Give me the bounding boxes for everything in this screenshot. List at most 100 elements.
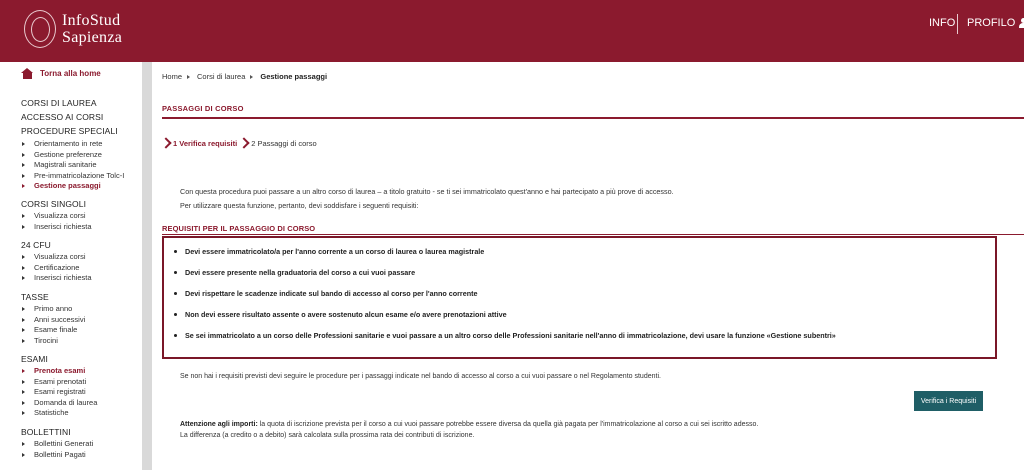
sidebar-item-certificazione[interactable]: Certificazione	[21, 263, 92, 274]
sidebar-item-label: Bollettini Pagati	[34, 449, 86, 459]
requirement-text: Non devi essere risultato assente o aver…	[185, 310, 507, 319]
bullet-arrow-icon	[22, 369, 25, 374]
requirement-item: Devi rispettare le scadenze indicate sul…	[174, 286, 985, 307]
sidebar-section-bollettini[interactable]: BOLLETTINI	[21, 427, 71, 437]
requirements-box: Devi essere immatricolato/a per l'anno c…	[162, 236, 997, 359]
sidebar-scrollbar[interactable]	[142, 62, 152, 470]
requirement-item: Devi essere immatricolato/a per l'anno c…	[174, 244, 985, 265]
step-indicator: 1 Verifica requisiti 2 Passaggi di corso	[162, 137, 317, 149]
home-link-label: Torna alla home	[40, 69, 101, 78]
bullet-arrow-icon	[22, 317, 25, 322]
sidebar-section-accesso-ai-corsi[interactable]: ACCESSO AI CORSI	[21, 112, 103, 122]
sidebar-item-bollettini-generati[interactable]: Bollettini Generati	[21, 439, 93, 450]
sidebar-item-label: Pre-immatricolazione Tolc-I	[34, 170, 125, 180]
sidebar-item-visualizza-corsi[interactable]: Visualizza corsi	[21, 211, 92, 222]
sidebar-section-corsi-singoli[interactable]: CORSI SINGOLI	[21, 199, 86, 209]
requirements-list: Devi essere immatricolato/a per l'anno c…	[174, 244, 985, 349]
sidebar-item-primo-anno[interactable]: Primo anno	[21, 304, 85, 315]
bullet-arrow-icon	[22, 214, 25, 219]
nav-info-link[interactable]: INFO	[929, 17, 955, 29]
sidebar-item-esami-prenotati[interactable]: Esami prenotati	[21, 377, 97, 388]
breadcrumb: Home Corsi di laurea Gestione passaggi	[162, 72, 327, 81]
bullet-dot-icon	[174, 334, 177, 337]
sidebar-item-esami-registrati[interactable]: Esami registrati	[21, 387, 97, 398]
chevron-right-icon	[240, 137, 248, 149]
title-divider	[162, 117, 1024, 119]
sidebar-section-procedure-speciali[interactable]: PROCEDURE SPECIALI	[21, 126, 118, 136]
sidebar-item-label: Orientamento in rete	[34, 139, 103, 148]
bullet-arrow-icon	[22, 452, 25, 457]
sidebar-item-label: Statistiche	[34, 408, 69, 417]
sidebar-section-esami[interactable]: ESAMI	[21, 354, 48, 364]
bullet-arrow-icon	[22, 379, 25, 384]
chevron-right-icon	[162, 137, 170, 149]
sidebar-item-label: Anni successivi	[34, 314, 86, 324]
sidebar-item-visualizza-corsi[interactable]: Visualizza corsi	[21, 252, 92, 263]
sidebar-section-tasse[interactable]: TASSE	[21, 292, 49, 302]
sidebar-item-orientamento-in-rete[interactable]: Orientamento in rete	[21, 139, 124, 150]
sidebar-item-tirocini[interactable]: Tirocini	[21, 336, 85, 347]
verify-requirements-button[interactable]: Verifica i Requisiti	[914, 391, 983, 411]
bullet-arrow-icon	[22, 255, 25, 260]
logo-line-1: InfoStud	[62, 12, 121, 29]
step-verifica-requisiti: 1 Verifica requisiti	[173, 138, 238, 148]
bullet-arrow-icon	[22, 173, 25, 178]
sidebar-item-pre-immatricolazione[interactable]: Pre-immatricolazione Tolc-I	[21, 171, 124, 182]
bullet-arrow-icon	[22, 142, 25, 147]
requirements-divider	[162, 234, 1024, 235]
sidebar-item-gestione-passaggi[interactable]: Gestione passaggi	[21, 181, 124, 192]
sidebar-item-label: Esami prenotati	[34, 376, 87, 386]
sidebar-section-corsi-di-laurea[interactable]: CORSI DI LAUREA	[21, 98, 97, 108]
sidebar-item-label: Domanda di laurea	[34, 397, 98, 407]
step-passaggi-di-corso: 2 Passaggi di corso	[251, 138, 317, 148]
bullet-arrow-icon	[22, 400, 25, 405]
sidebar-item-label: Prenota esami	[34, 366, 86, 375]
breadcrumb-home[interactable]: Home	[162, 72, 182, 81]
bullet-dot-icon	[174, 313, 177, 316]
sidebar-item-bollettini-pagati[interactable]: Bollettini Pagati	[21, 450, 93, 461]
sidebar-item-domanda-di-laurea[interactable]: Domanda di laurea	[21, 398, 97, 409]
nav-profile-link[interactable]: PROFILO	[967, 17, 1024, 29]
sidebar: Torna alla home CORSI DI LAUREA ACCESSO …	[0, 62, 142, 470]
fees-warning: Attenzione agli importi: la quota di isc…	[180, 420, 758, 441]
sidebar-item-label: Visualizza corsi	[34, 211, 86, 220]
sidebar-item-inserisci-richiesta[interactable]: Inserisci richiesta	[21, 273, 92, 284]
bullet-arrow-icon	[22, 390, 25, 395]
requirement-item: Devi essere presente nella graduatoria d…	[174, 265, 985, 286]
app-logo[interactable]: InfoStud Sapienza	[62, 12, 122, 46]
requirement-text: Devi essere presente nella graduatoria d…	[185, 268, 416, 277]
bullet-arrow-icon	[22, 411, 25, 416]
sidebar-list-bollettini: Bollettini Generati Bollettini Pagati	[21, 439, 93, 460]
sidebar-item-label: Inserisci richiesta	[34, 273, 92, 282]
sidebar-item-label: Tirocini	[34, 335, 58, 345]
sidebar-item-label: Gestione passaggi	[34, 181, 101, 190]
sidebar-item-prenota-esami[interactable]: Prenota esami	[21, 366, 97, 377]
no-requirements-note: Se non hai i requisiti previsti devi seg…	[180, 373, 661, 380]
sapienza-seal-icon[interactable]	[24, 10, 56, 48]
bullet-arrow-icon	[22, 184, 25, 189]
bullet-arrow-icon	[22, 152, 25, 157]
requirement-item: Se sei immatricolato a un corso delle Pr…	[174, 328, 985, 349]
sidebar-item-inserisci-richiesta[interactable]: Inserisci richiesta	[21, 222, 92, 233]
sidebar-item-label: Certificazione	[34, 262, 80, 272]
nav-profile-label: PROFILO	[967, 17, 1016, 29]
sidebar-item-magistrali-sanitarie[interactable]: Magistrali sanitarie	[21, 160, 124, 171]
sidebar-item-statistiche[interactable]: Statistiche	[21, 408, 97, 419]
bullet-arrow-icon	[22, 338, 25, 343]
fees-warning-line-2: La differenza (a credito o a debito) sar…	[180, 431, 475, 439]
sidebar-list-procedure-speciali: Orientamento in rete Gestione preferenze…	[21, 139, 124, 192]
requirements-title: REQUISITI PER IL PASSAGGIO DI CORSO	[162, 224, 316, 233]
sidebar-item-gestione-preferenze[interactable]: Gestione preferenze	[21, 150, 124, 161]
sidebar-list-corsi-singoli: Visualizza corsi Inserisci richiesta	[21, 211, 92, 232]
sidebar-item-esame-finale[interactable]: Esame finale	[21, 325, 85, 336]
bullet-dot-icon	[174, 292, 177, 295]
requirement-text: Devi essere immatricolato/a per l'anno c…	[185, 247, 485, 256]
breadcrumb-corsi-di-laurea[interactable]: Corsi di laurea	[197, 72, 245, 81]
sidebar-section-24-cfu[interactable]: 24 CFU	[21, 240, 51, 250]
home-link[interactable]: Torna alla home	[21, 68, 101, 79]
sidebar-item-anni-successivi[interactable]: Anni successivi	[21, 315, 85, 326]
bullet-arrow-icon	[22, 224, 25, 229]
bullet-arrow-icon	[22, 276, 25, 281]
bullet-dot-icon	[174, 250, 177, 253]
breadcrumb-arrow-icon	[187, 74, 191, 79]
